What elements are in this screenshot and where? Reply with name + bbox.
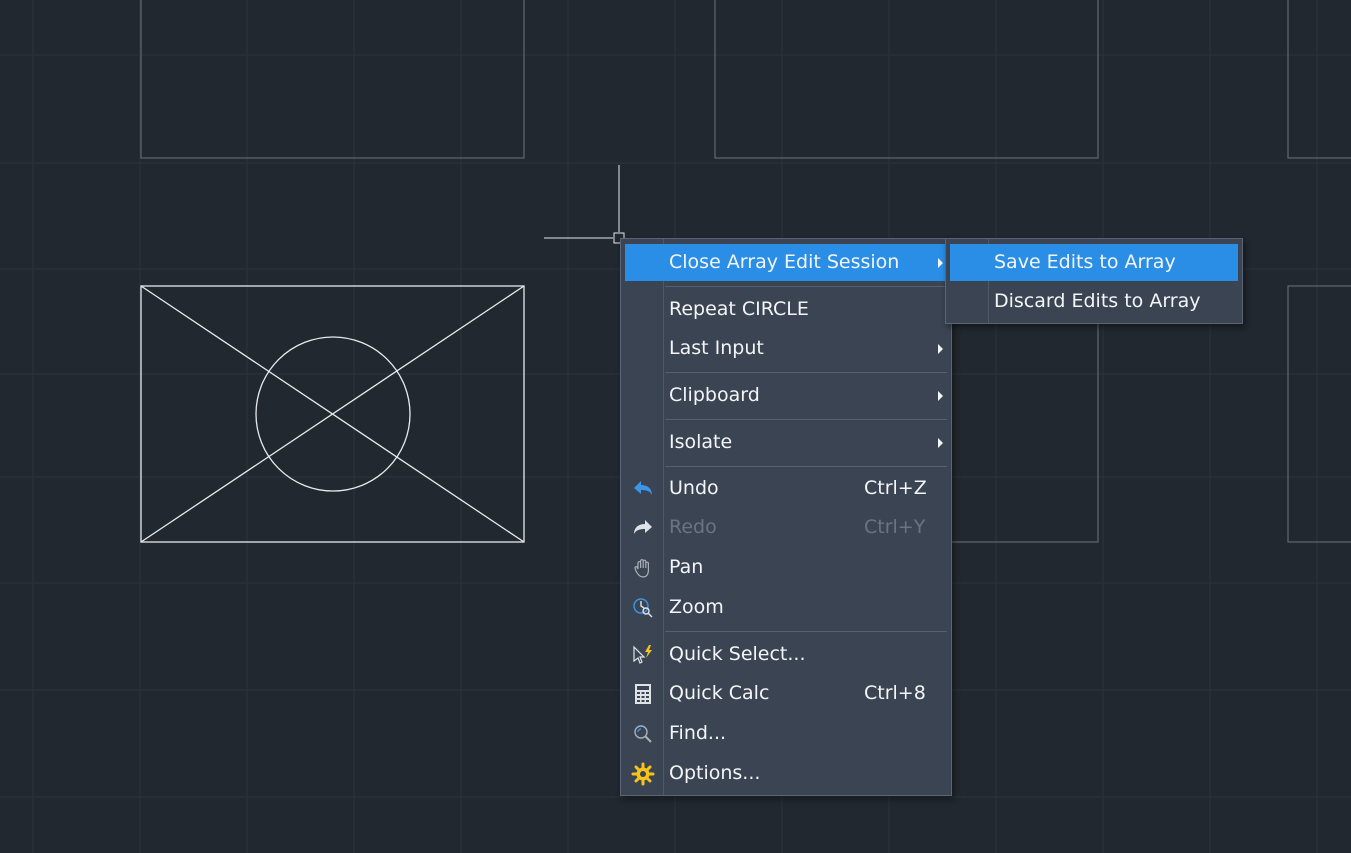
undo-icon	[631, 477, 655, 501]
menu-item-label: Redo	[669, 516, 717, 538]
menu-separator	[665, 419, 947, 420]
menu-item-label: Find...	[669, 722, 727, 744]
menu-item-pan[interactable]: Pan	[625, 549, 947, 586]
menu-item-label: Discard Edits to Array	[994, 290, 1201, 312]
find-icon	[631, 722, 655, 746]
menu-item-shortcut: Ctrl+Z	[864, 477, 927, 499]
context-menu: Close Array Edit Session Repeat CIRCLE L…	[620, 238, 952, 796]
menu-separator	[665, 286, 947, 287]
menu-item-options[interactable]: Options...	[625, 755, 947, 792]
menu-item-zoom[interactable]: Zoom	[625, 589, 947, 626]
menu-item-repeat-circle[interactable]: Repeat CIRCLE	[625, 291, 947, 328]
calculator-icon	[631, 682, 655, 706]
submenu-arrow-icon	[938, 438, 943, 448]
menu-item-label: Undo	[669, 477, 719, 499]
menu-item-label: Repeat CIRCLE	[669, 298, 809, 320]
menu-separator	[665, 372, 947, 373]
array-source-item	[140, 285, 525, 543]
menu-item-label: Save Edits to Array	[994, 251, 1176, 273]
menu-item-label: Last Input	[669, 337, 764, 359]
crosshair-cursor	[544, 165, 625, 244]
menu-item-label: Pan	[669, 556, 704, 578]
menu-item-quick-calc[interactable]: Quick Calc Ctrl+8	[625, 675, 947, 712]
menu-item-label: Close Array Edit Session	[669, 251, 900, 273]
menu-item-close-array-edit-session[interactable]: Close Array Edit Session	[625, 244, 947, 281]
menu-item-shortcut: Ctrl+Y	[864, 516, 926, 538]
menu-item-quick-select[interactable]: Quick Select...	[625, 636, 947, 673]
pan-hand-icon	[631, 556, 655, 580]
menu-separator	[665, 466, 947, 467]
zoom-icon	[631, 596, 655, 620]
menu-item-find[interactable]: Find...	[625, 715, 947, 752]
menu-item-last-input[interactable]: Last Input	[625, 330, 947, 367]
submenu-arrow-icon	[938, 391, 943, 401]
menu-item-save-edits-to-array[interactable]: Save Edits to Array	[950, 244, 1238, 281]
menu-item-undo[interactable]: Undo Ctrl+Z	[625, 470, 947, 507]
menu-item-label: Zoom	[669, 596, 724, 618]
options-gear-icon	[631, 762, 655, 786]
menu-separator	[665, 631, 947, 632]
redo-icon	[631, 516, 655, 540]
menu-item-label: Quick Calc	[669, 682, 770, 704]
menu-item-discard-edits-to-array[interactable]: Discard Edits to Array	[950, 283, 1238, 320]
menu-item-redo[interactable]: Redo Ctrl+Y	[625, 509, 947, 546]
menu-item-label: Isolate	[669, 431, 733, 453]
submenu-arrow-icon	[938, 344, 943, 354]
menu-item-label: Quick Select...	[669, 643, 806, 665]
submenu-arrow-icon	[938, 258, 943, 268]
menu-item-shortcut: Ctrl+8	[864, 682, 926, 704]
menu-item-clipboard[interactable]: Clipboard	[625, 377, 947, 414]
menu-item-isolate[interactable]: Isolate	[625, 424, 947, 461]
array-edit-submenu: Save Edits to Array Discard Edits to Arr…	[945, 238, 1243, 324]
menu-item-label: Options...	[669, 762, 761, 784]
menu-item-label: Clipboard	[669, 384, 760, 406]
quick-select-icon	[631, 643, 655, 667]
